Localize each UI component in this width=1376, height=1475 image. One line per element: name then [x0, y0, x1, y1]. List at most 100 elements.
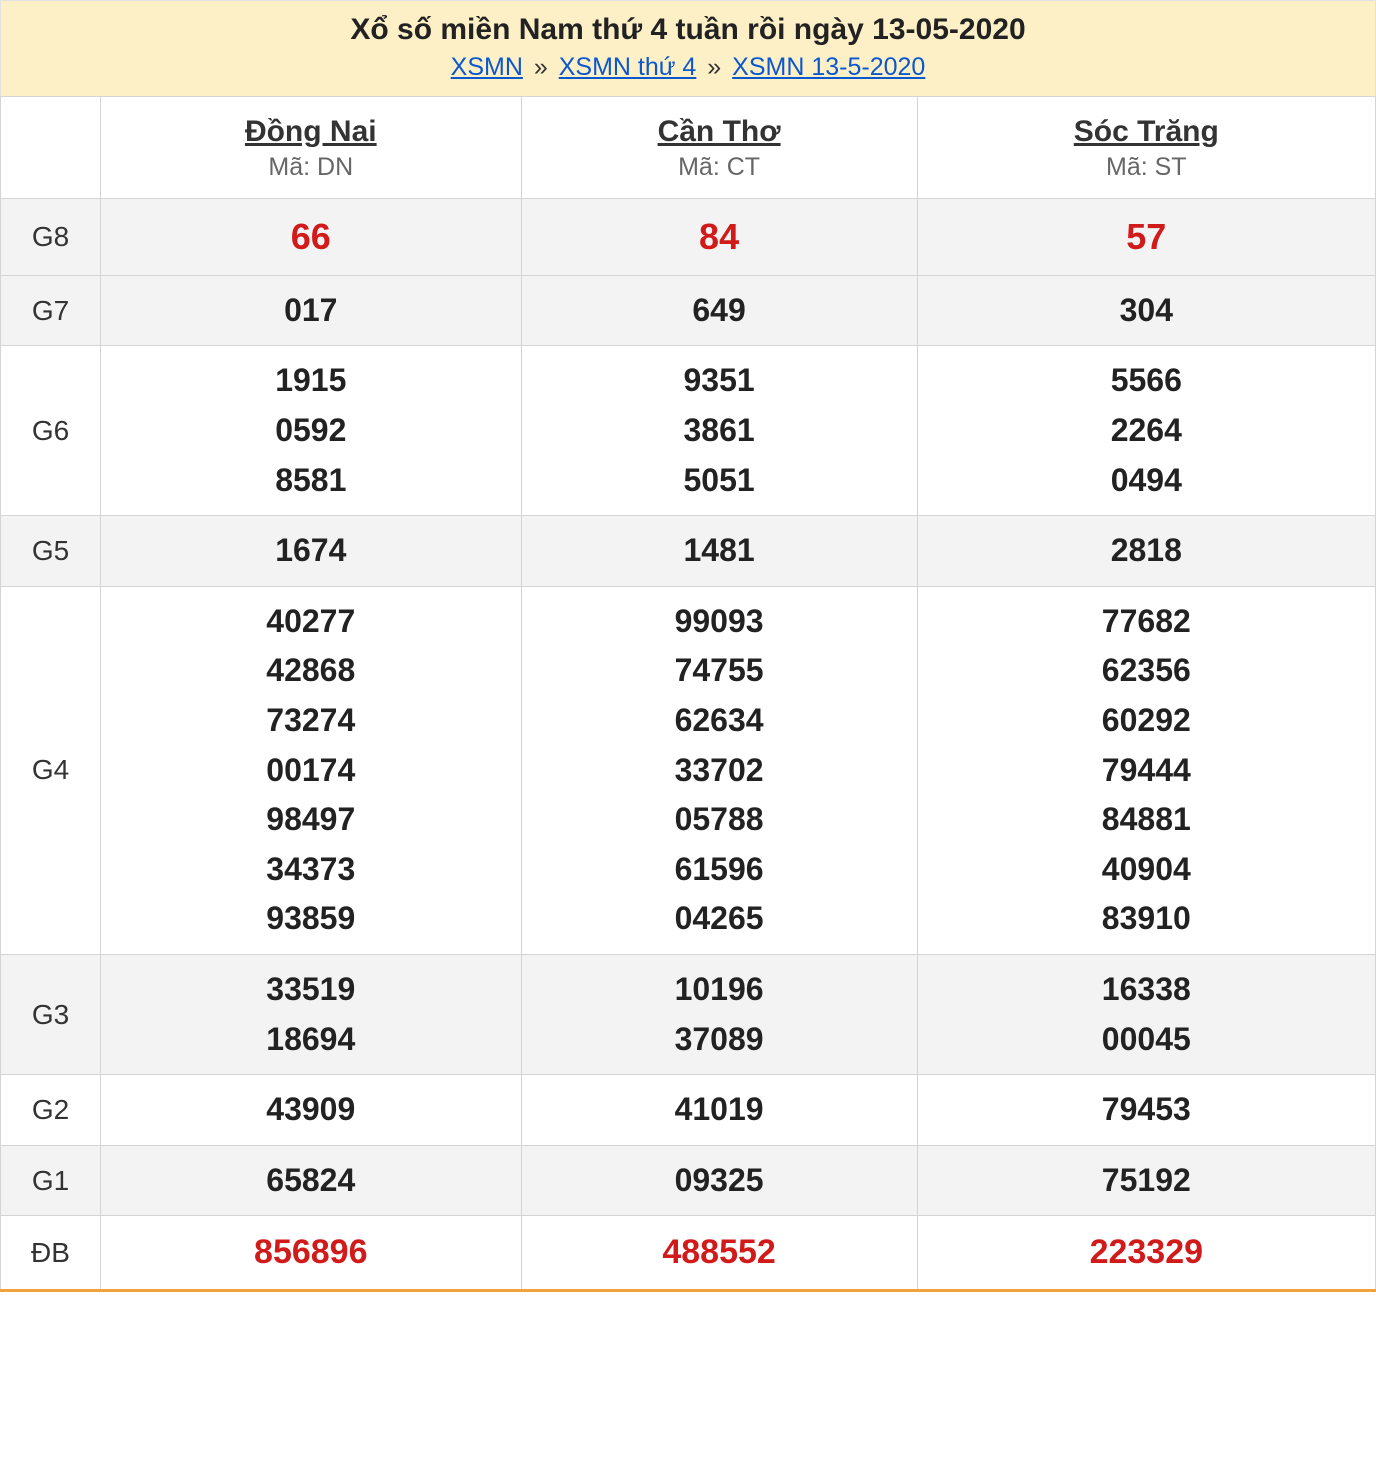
result-cell: 1633800045 [917, 954, 1375, 1074]
result-cell: 935138615051 [521, 346, 917, 516]
lottery-number: 1674 [109, 526, 513, 576]
table-row: G51674 1481 2818 [1, 516, 1376, 587]
result-cell: 75192 [917, 1145, 1375, 1216]
table-row: G3335191869410196370891633800045 [1, 954, 1376, 1074]
lottery-number: 00174 [109, 746, 513, 796]
result-cell: 65824 [101, 1145, 522, 1216]
lottery-number: 2818 [926, 526, 1367, 576]
lottery-number: 93859 [109, 894, 513, 944]
header: Xổ số miền Nam thứ 4 tuần rồi ngày 13-05… [0, 0, 1376, 96]
table-row: G243909 41019 79453 [1, 1075, 1376, 1146]
breadcrumb: XSMN » XSMN thứ 4 » XSMN 13-5-2020 [1, 53, 1375, 82]
table-row: G165824 09325 75192 [1, 1145, 1376, 1216]
lottery-number: 09325 [530, 1156, 909, 1206]
lottery-number: 77682 [926, 597, 1367, 647]
lottery-number: 41019 [530, 1085, 909, 1135]
province-code: Mã: ST [1106, 153, 1187, 181]
result-cell: 09325 [521, 1145, 917, 1216]
lottery-number: 017 [109, 286, 513, 336]
result-cell: 191505928581 [101, 346, 522, 516]
lottery-number: 0494 [926, 456, 1367, 506]
result-cell: 2818 [917, 516, 1375, 587]
lottery-number: 5051 [530, 456, 909, 506]
lottery-number: 34373 [109, 845, 513, 895]
lottery-number: 40904 [926, 845, 1367, 895]
result-cell: 017 [101, 275, 522, 346]
result-cell: 66 [101, 199, 522, 276]
corner-cell [1, 97, 101, 199]
breadcrumb-link-xsmn[interactable]: XSMN [451, 53, 523, 81]
lottery-number: 1481 [530, 526, 909, 576]
lottery-number: 223329 [926, 1226, 1367, 1279]
province-code: Mã: CT [678, 153, 760, 181]
lottery-number: 65824 [109, 1156, 513, 1206]
lottery-number: 40277 [109, 597, 513, 647]
lottery-number: 42868 [109, 646, 513, 696]
lottery-number: 62356 [926, 646, 1367, 696]
result-cell: 304 [917, 275, 1375, 346]
lottery-number: 0592 [109, 406, 513, 456]
lottery-number: 856896 [109, 1226, 513, 1279]
lottery-number: 3861 [530, 406, 909, 456]
lottery-number: 79453 [926, 1085, 1367, 1135]
result-cell: 99093747556263433702057886159604265 [521, 586, 917, 954]
result-cell: 84 [521, 199, 917, 276]
table-row: ĐB856896488552223329 [1, 1216, 1376, 1291]
lottery-number: 04265 [530, 894, 909, 944]
result-cell: 79453 [917, 1075, 1375, 1146]
table-row: G86684 57 [1, 199, 1376, 276]
province-code: Mã: DN [268, 153, 353, 181]
breadcrumb-sep: » [707, 53, 721, 81]
province-header: Cần Thơ Mã: CT [521, 97, 917, 199]
lottery-number: 75192 [926, 1156, 1367, 1206]
breadcrumb-link-xsmn-thu4[interactable]: XSMN thứ 4 [559, 53, 697, 81]
lottery-number: 8581 [109, 456, 513, 506]
lottery-number: 83910 [926, 894, 1367, 944]
lottery-number: 2264 [926, 406, 1367, 456]
lottery-number: 61596 [530, 845, 909, 895]
lottery-number: 60292 [926, 696, 1367, 746]
prize-label: G6 [1, 346, 101, 516]
lottery-number: 98497 [109, 795, 513, 845]
lottery-number: 10196 [530, 965, 909, 1015]
results-table: Đồng Nai Mã: DN Cần Thơ Mã: CT Sóc Trăng… [0, 96, 1376, 1292]
lottery-number: 18694 [109, 1015, 513, 1065]
lottery-number: 74755 [530, 646, 909, 696]
breadcrumb-link-xsmn-date[interactable]: XSMN 13-5-2020 [732, 53, 925, 81]
lottery-number: 73274 [109, 696, 513, 746]
table-row: G440277428687327400174984973437393859990… [1, 586, 1376, 954]
prize-label: G1 [1, 1145, 101, 1216]
province-link-st[interactable]: Sóc Trăng [926, 115, 1367, 149]
page-title: Xổ số miền Nam thứ 4 tuần rồi ngày 13-05… [1, 13, 1375, 47]
lottery-number: 57 [926, 209, 1367, 265]
province-header: Sóc Trăng Mã: ST [917, 97, 1375, 199]
result-cell: 488552 [521, 1216, 917, 1291]
lottery-number: 37089 [530, 1015, 909, 1065]
lottery-number: 649 [530, 286, 909, 336]
result-cell: 556622640494 [917, 346, 1375, 516]
result-cell: 856896 [101, 1216, 522, 1291]
result-cell: 1481 [521, 516, 917, 587]
prize-label: G5 [1, 516, 101, 587]
province-header: Đồng Nai Mã: DN [101, 97, 522, 199]
lottery-number: 43909 [109, 1085, 513, 1135]
prize-label: G2 [1, 1075, 101, 1146]
lottery-number: 33519 [109, 965, 513, 1015]
result-cell: 57 [917, 199, 1375, 276]
prize-label: G4 [1, 586, 101, 954]
lottery-number: 1915 [109, 356, 513, 406]
lottery-number: 16338 [926, 965, 1367, 1015]
result-cell: 649 [521, 275, 917, 346]
province-link-ct[interactable]: Cần Thơ [530, 115, 909, 149]
lottery-number: 84 [530, 209, 909, 265]
lottery-number: 00045 [926, 1015, 1367, 1065]
prize-label: G8 [1, 199, 101, 276]
result-cell: 43909 [101, 1075, 522, 1146]
prize-label: ĐB [1, 1216, 101, 1291]
result-cell: 1019637089 [521, 954, 917, 1074]
prize-label: G3 [1, 954, 101, 1074]
table-row: G6191505928581935138615051556622640494 [1, 346, 1376, 516]
lottery-number: 99093 [530, 597, 909, 647]
lottery-number: 33702 [530, 746, 909, 796]
province-link-dn[interactable]: Đồng Nai [109, 115, 513, 149]
